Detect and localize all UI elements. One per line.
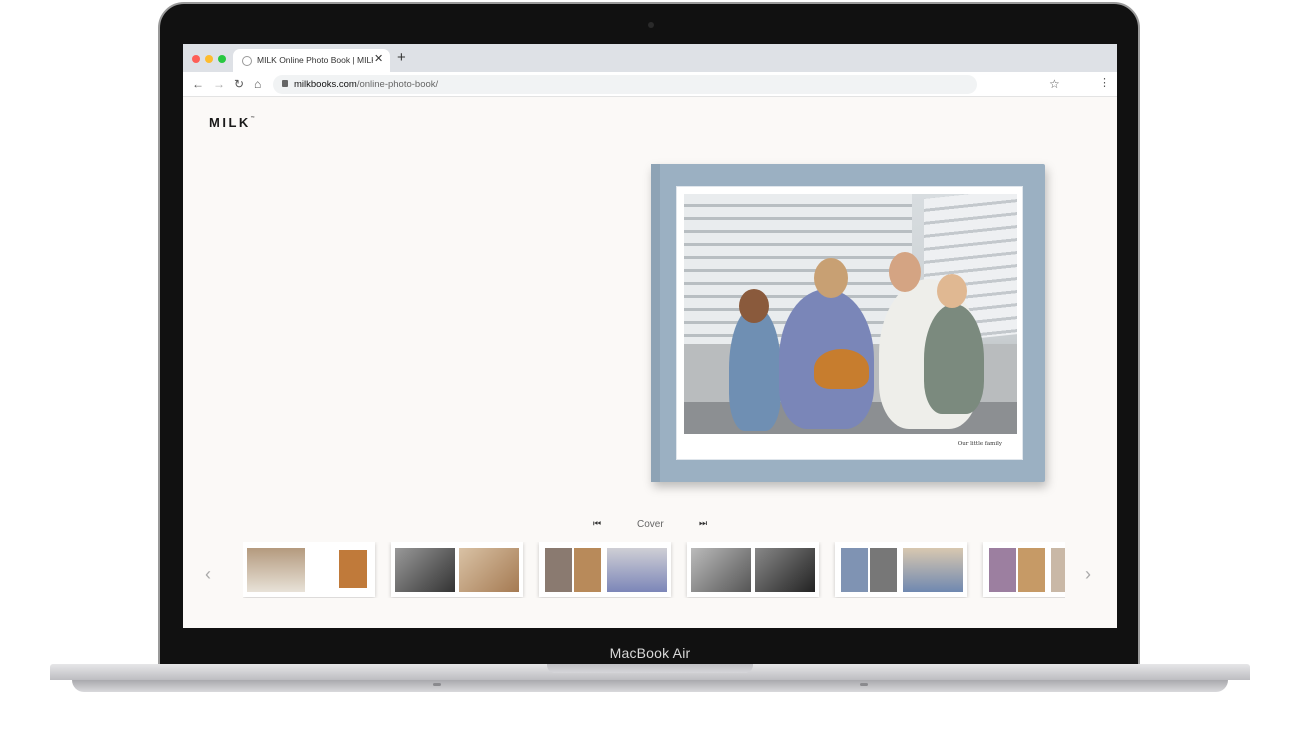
thumbnail-spread[interactable] bbox=[687, 542, 819, 597]
minimize-window-button[interactable] bbox=[205, 55, 213, 63]
tab-title: MILK Online Photo Book | MILK B bbox=[257, 55, 373, 65]
browser-window: MILK Online Photo Book | MILK B ✕ + ← → … bbox=[183, 44, 1117, 628]
book-spine bbox=[651, 164, 660, 482]
family-photo bbox=[684, 194, 1017, 434]
first-page-icon[interactable]: ⏮ bbox=[593, 518, 601, 529]
milk-logo[interactable]: MILK™ bbox=[209, 115, 255, 130]
camera-icon bbox=[648, 22, 654, 28]
thumbnail-strip bbox=[243, 542, 1065, 598]
thumbnail-spread[interactable] bbox=[835, 542, 967, 597]
laptop-scene: MILK Online Photo Book | MILK B ✕ + ← → … bbox=[0, 0, 1300, 745]
photo-book-cover[interactable]: Our little family bbox=[651, 164, 1045, 482]
tab-bar: MILK Online Photo Book | MILK B ✕ + bbox=[183, 44, 1117, 72]
device-label: MacBook Air bbox=[609, 645, 691, 661]
bookmark-star-icon[interactable]: ☆ bbox=[1049, 77, 1060, 91]
home-icon[interactable]: ⌂ bbox=[254, 77, 261, 91]
favicon-icon bbox=[242, 56, 252, 66]
tab-milk-photo-book[interactable]: MILK Online Photo Book | MILK B ✕ bbox=[233, 49, 390, 72]
maximize-window-button[interactable] bbox=[218, 55, 226, 63]
laptop-hinge-notch bbox=[547, 664, 753, 673]
carousel-prev-icon[interactable]: ‹ bbox=[205, 564, 211, 585]
carousel-next-icon[interactable]: › bbox=[1085, 564, 1091, 585]
browser-menu-icon[interactable]: ⋮ bbox=[1099, 77, 1110, 89]
lock-icon bbox=[282, 80, 288, 87]
thumbnail-spread[interactable] bbox=[983, 542, 1065, 597]
book-caption: Our little family bbox=[957, 441, 1002, 447]
browser-toolbar: ← → ↻ ⌂ milkbooks.com/online-photo-book/… bbox=[183, 72, 1117, 97]
reload-icon[interactable]: ↻ bbox=[234, 77, 244, 91]
last-page-icon[interactable]: ⏭ bbox=[699, 518, 707, 529]
cover-page: Our little family bbox=[676, 186, 1023, 460]
forward-icon[interactable]: → bbox=[213, 77, 225, 91]
page-navigator: ⏮ Cover ⏭ bbox=[593, 518, 707, 532]
address-bar[interactable]: milkbooks.com/online-photo-book/ ☆ bbox=[273, 75, 1060, 94]
current-page-label: Cover bbox=[637, 519, 664, 530]
tab-close-icon[interactable]: ✕ bbox=[374, 52, 383, 65]
laptop-base-bottom bbox=[72, 680, 1228, 692]
back-icon[interactable]: ← bbox=[192, 77, 204, 91]
url-text: milkbooks.com/online-photo-book/ bbox=[294, 79, 439, 90]
thumbnail-spread[interactable] bbox=[539, 542, 671, 597]
close-window-button[interactable] bbox=[192, 55, 200, 63]
thumbnail-spread[interactable] bbox=[391, 542, 523, 597]
thumbnail-spread[interactable] bbox=[243, 542, 375, 597]
new-tab-button[interactable]: + bbox=[397, 50, 406, 65]
